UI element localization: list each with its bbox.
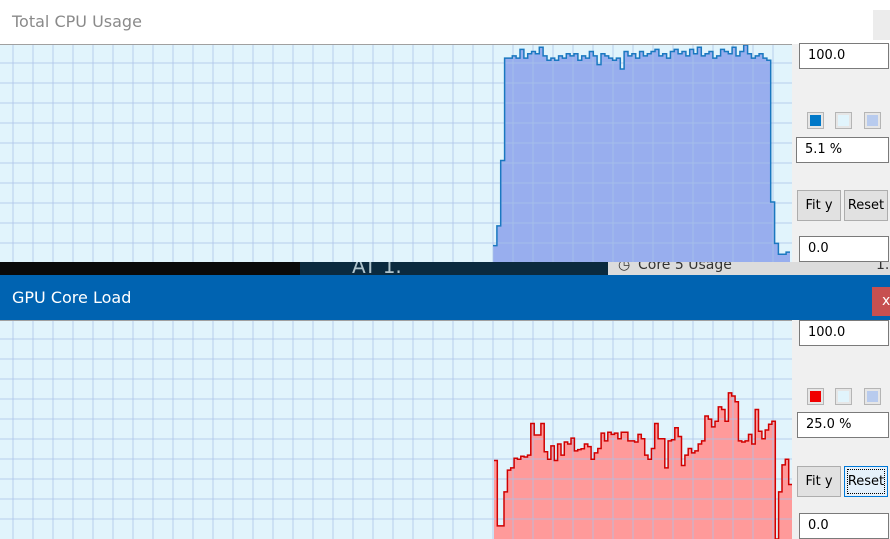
background-text: AT 1. bbox=[352, 262, 402, 275]
grid-color-swatch[interactable] bbox=[864, 388, 881, 405]
line-color-swatch[interactable] bbox=[807, 112, 824, 129]
background-panel: AT 1. bbox=[300, 262, 608, 275]
sensor-label: Core 5 Usage bbox=[638, 262, 732, 273]
reset-button[interactable]: Reset bbox=[844, 466, 888, 497]
sensor-row[interactable]: ◷ Core 5 Usage 1. bbox=[608, 262, 890, 275]
cpu-graph-window: Total CPU Usage 100.0 5.1 % Fit y Reset … bbox=[0, 0, 890, 263]
gpu-chart bbox=[0, 321, 792, 539]
background-color-swatch[interactable] bbox=[835, 388, 852, 405]
y-min-input[interactable]: 0.0 bbox=[799, 513, 889, 539]
cpu-plot-area bbox=[0, 44, 792, 263]
current-value-readout: 25.0 % bbox=[797, 412, 889, 438]
window-title: GPU Core Load bbox=[12, 288, 132, 307]
fit-y-button[interactable]: Fit y bbox=[797, 466, 841, 497]
gpu-plot-area bbox=[0, 320, 792, 539]
cpu-chart bbox=[0, 45, 792, 263]
sensor-icon: ◷ bbox=[618, 262, 631, 273]
close-button[interactable] bbox=[873, 10, 890, 40]
window-title: Total CPU Usage bbox=[12, 12, 142, 31]
gpu-title-bar[interactable]: GPU Core Load x bbox=[0, 275, 890, 320]
fit-y-button[interactable]: Fit y bbox=[797, 190, 841, 221]
cpu-series-area bbox=[493, 45, 790, 263]
current-value-readout: 5.1 % bbox=[796, 137, 889, 163]
grid-color-swatch[interactable] bbox=[864, 112, 881, 129]
cpu-title-bar[interactable]: Total CPU Usage bbox=[0, 0, 890, 44]
line-color-swatch[interactable] bbox=[807, 388, 824, 405]
gpu-graph-window: GPU Core Load x 100.0 25.0 % Fit y Reset… bbox=[0, 275, 890, 539]
close-button[interactable]: x bbox=[872, 287, 890, 316]
background-window: AT 1. ◷ Core 5 Usage 1. bbox=[0, 262, 890, 275]
reset-button[interactable]: Reset bbox=[844, 190, 888, 221]
y-min-input[interactable]: 0.0 bbox=[799, 236, 889, 262]
y-max-input[interactable]: 100.0 bbox=[799, 320, 889, 346]
y-max-input[interactable]: 100.0 bbox=[799, 43, 889, 69]
sensor-value: 1. bbox=[876, 262, 890, 273]
background-color-swatch[interactable] bbox=[835, 112, 852, 129]
